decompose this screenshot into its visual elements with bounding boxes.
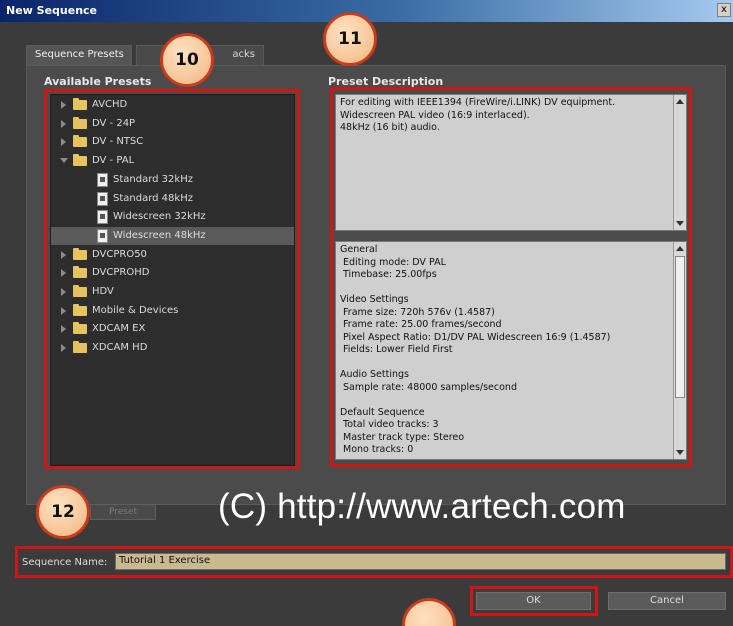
sequence-name-input[interactable]: Tutorial 1 Exercise <box>115 553 726 570</box>
window-title: New Sequence <box>6 4 98 17</box>
cancel-button[interactable]: Cancel <box>608 592 726 610</box>
tab-sequence-presets[interactable]: Sequence Presets <box>26 45 132 65</box>
highlight-presets <box>44 89 300 469</box>
callout-badge-12: 12 <box>36 485 90 539</box>
available-presets-heading: Available Presets <box>44 75 152 88</box>
callout-badge-11: 11 <box>323 12 377 66</box>
ok-button[interactable]: OK <box>476 592 591 610</box>
sequence-name-label: Sequence Name: <box>22 557 108 568</box>
close-icon[interactable]: x <box>717 3 731 17</box>
callout-badge-10: 10 <box>160 33 214 87</box>
highlight-description <box>330 87 692 467</box>
delete-preset-button[interactable]: Preset <box>90 504 156 520</box>
watermark-text: (C) http://www.artech.com <box>218 487 626 526</box>
